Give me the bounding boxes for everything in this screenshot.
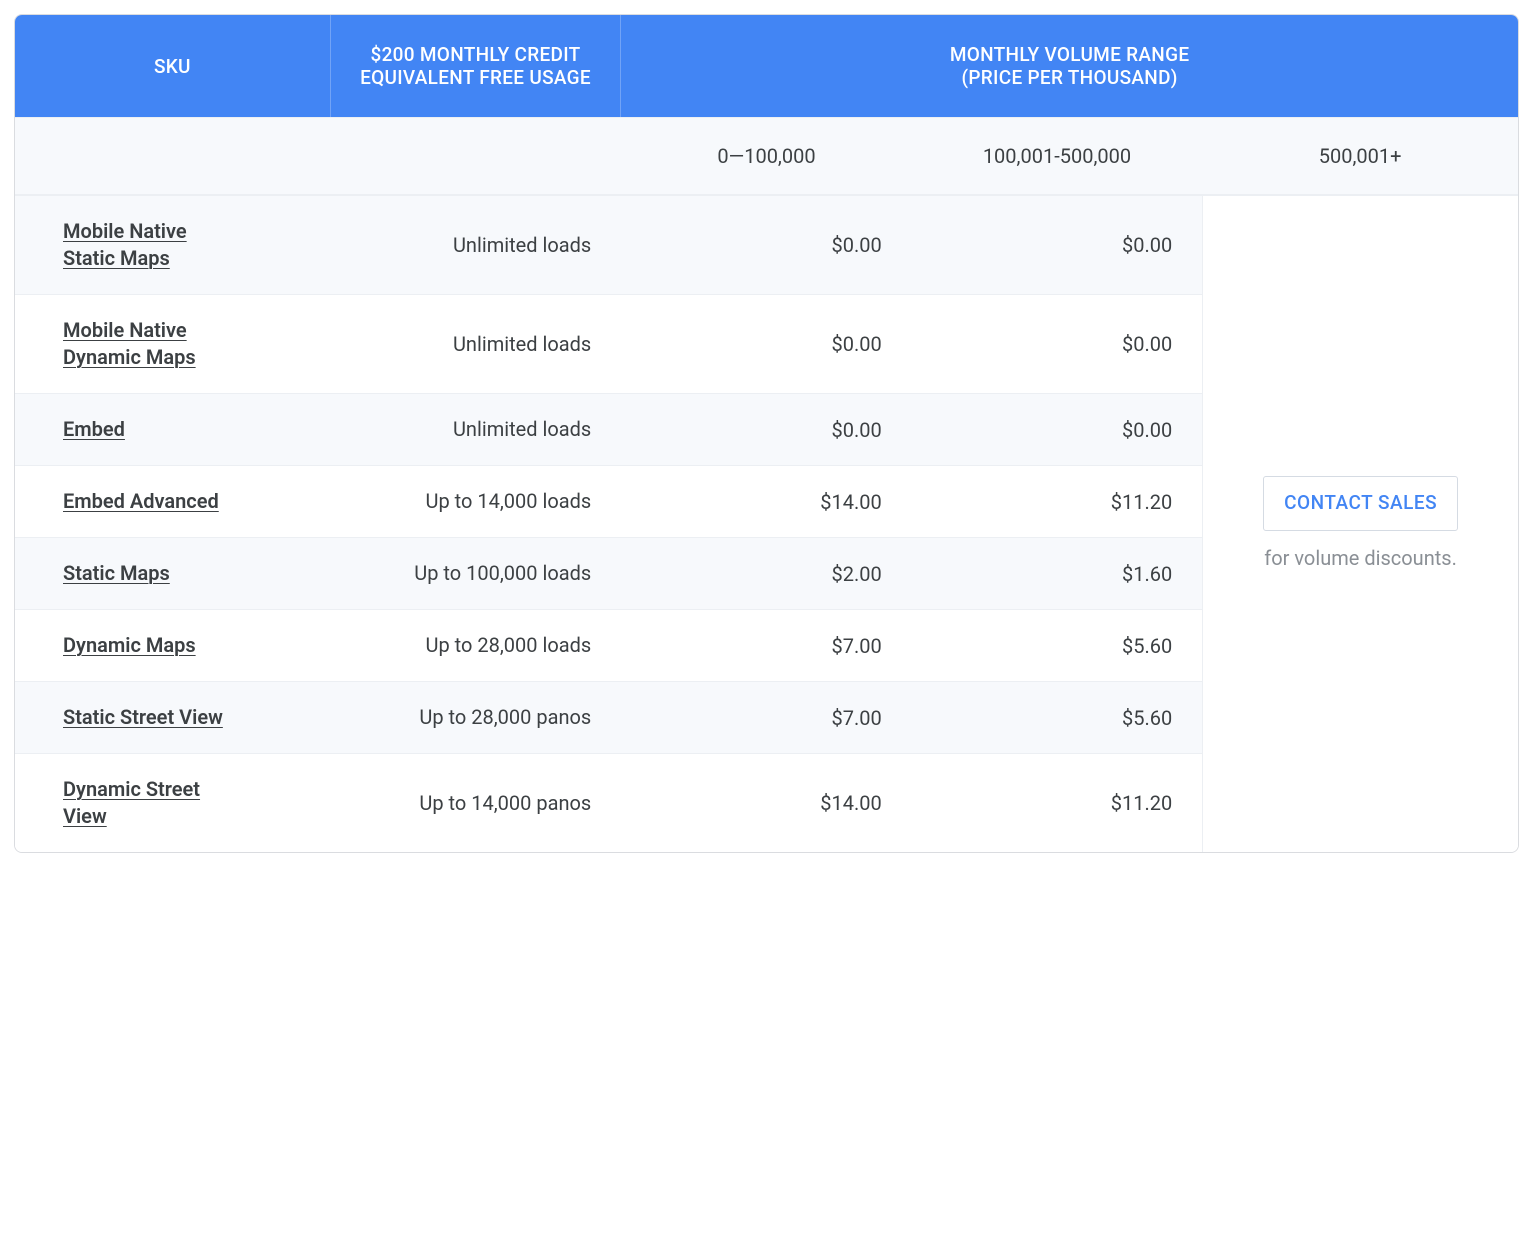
price-tier-0: $2.00 — [621, 537, 911, 609]
price-tier-0: $7.00 — [621, 681, 911, 753]
free-usage: Unlimited loads — [331, 195, 621, 294]
price-tier-1: $0.00 — [912, 294, 1202, 393]
range-2: 500,001+ — [1202, 117, 1518, 195]
sku-link[interactable]: Dynamic Maps — [63, 632, 196, 659]
price-tier-1: $5.60 — [912, 681, 1202, 753]
sku-link[interactable]: Embed Advanced — [63, 488, 219, 515]
header-credit: $200 MONTHLY CREDIT EQUIVALENT FREE USAG… — [331, 15, 621, 117]
sku-link[interactable]: Mobile Native Static Maps — [63, 218, 243, 272]
blank-cell — [331, 117, 621, 195]
volume-ranges-row: 0—100,000 100,001-500,000 500,001+ — [15, 117, 1518, 195]
sku-link[interactable]: Static Street View — [63, 704, 223, 731]
free-usage: Unlimited loads — [331, 294, 621, 393]
sku-link[interactable]: Static Maps — [63, 560, 170, 587]
free-usage: Unlimited loads — [331, 393, 621, 465]
price-tier-1: $11.20 — [912, 753, 1202, 852]
price-tier-0: $7.00 — [621, 609, 911, 681]
price-tier-1: $11.20 — [912, 465, 1202, 537]
price-tier-1: $0.00 — [912, 393, 1202, 465]
price-tier-0: $0.00 — [621, 195, 911, 294]
price-tier-1: $1.60 — [912, 537, 1202, 609]
range-0: 0—100,000 — [621, 117, 911, 195]
table-header: SKU $200 MONTHLY CREDIT EQUIVALENT FREE … — [15, 15, 1518, 117]
sku-link[interactable]: Dynamic Street View — [63, 776, 243, 830]
blank-cell — [15, 117, 331, 195]
free-usage: Up to 100,000 loads — [331, 537, 621, 609]
price-tier-0: $14.00 — [621, 753, 911, 852]
contact-sales-button[interactable]: CONTACT SALES — [1263, 476, 1458, 531]
price-tier-1: $5.60 — [912, 609, 1202, 681]
price-tier-0: $14.00 — [621, 465, 911, 537]
free-usage: Up to 28,000 panos — [331, 681, 621, 753]
free-usage: Up to 14,000 panos — [331, 753, 621, 852]
table-row: Mobile Native Static Maps Unlimited load… — [15, 195, 1518, 294]
header-volume: MONTHLY VOLUME RANGE (PRICE PER THOUSAND… — [621, 15, 1518, 117]
free-usage: Up to 14,000 loads — [331, 465, 621, 537]
header-sku: SKU — [15, 15, 331, 117]
price-tier-1: $0.00 — [912, 195, 1202, 294]
range-1: 100,001-500,000 — [912, 117, 1202, 195]
pricing-table: SKU $200 MONTHLY CREDIT EQUIVALENT FREE … — [14, 14, 1519, 853]
free-usage: Up to 28,000 loads — [331, 609, 621, 681]
contact-sales-note: for volume discounts. — [1233, 545, 1488, 572]
sku-link[interactable]: Mobile Native Dynamic Maps — [63, 317, 243, 371]
price-tier-0: $0.00 — [621, 294, 911, 393]
sku-link[interactable]: Embed — [63, 416, 125, 443]
price-tier-0: $0.00 — [621, 393, 911, 465]
contact-sales-cell: CONTACT SALES for volume discounts. — [1202, 195, 1518, 852]
